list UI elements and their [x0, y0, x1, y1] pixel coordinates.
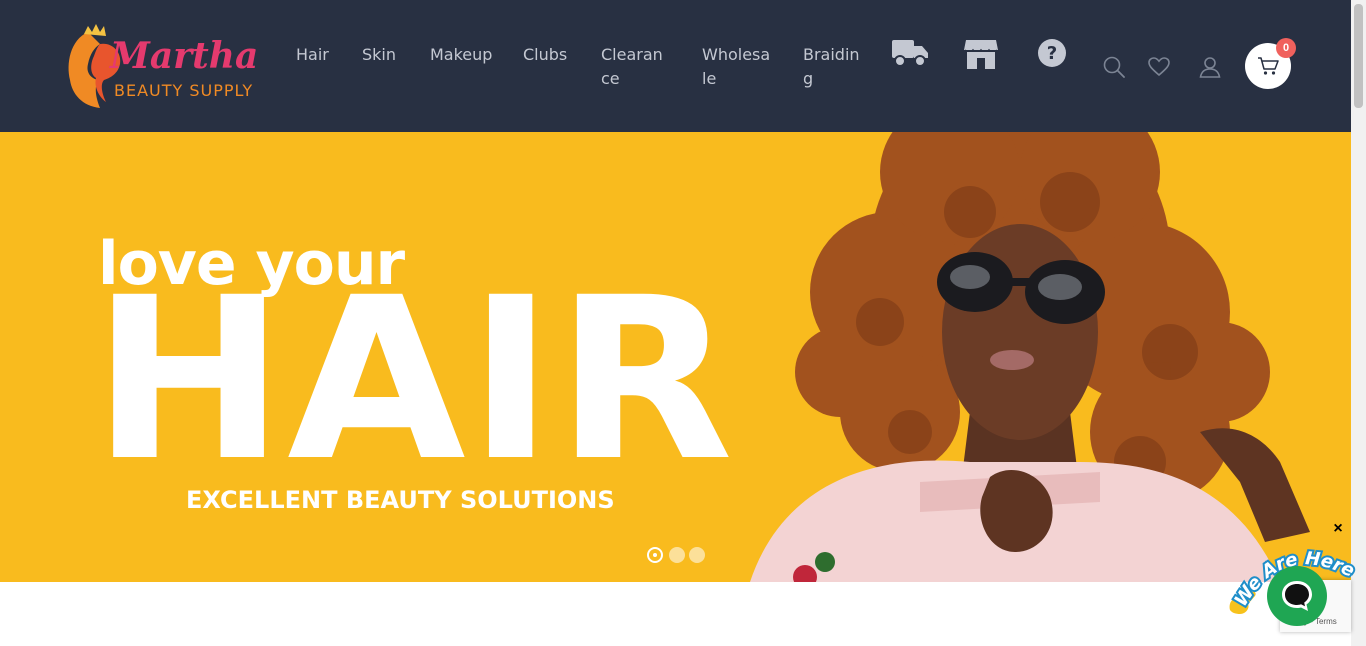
slider-dot-1[interactable] — [647, 547, 663, 563]
search-icon[interactable] — [1103, 56, 1125, 83]
hero-banner[interactable]: love your HAIR EXCELLENT BEAUTY SOLUTION… — [0, 132, 1351, 582]
nav-skin[interactable]: Skin — [362, 43, 396, 67]
nav-hair[interactable]: Hair — [296, 43, 329, 67]
slider-dot-3[interactable] — [689, 547, 705, 563]
nav-clearance-label-2: ce — [601, 69, 620, 88]
user-icon[interactable] — [1199, 56, 1221, 83]
chat-icon — [1282, 581, 1312, 611]
svg-text:BEAUTY SUPPLY: BEAUTY SUPPLY — [114, 81, 253, 100]
nav-braiding[interactable]: Braidin g — [803, 43, 860, 91]
nav-hair-label: Hair — [296, 45, 329, 64]
cart-count-badge: 0 — [1276, 38, 1296, 58]
nav-clubs-label: Clubs — [523, 45, 568, 64]
site-logo[interactable]: Martha's BEAUTY SUPPLY — [60, 24, 290, 112]
store-icon[interactable] — [964, 36, 998, 75]
slider-dots — [647, 545, 711, 565]
slider-dot-2[interactable] — [669, 547, 685, 563]
nav-wholesale[interactable]: Wholesa le — [702, 43, 770, 91]
scrollbar-thumb[interactable] — [1354, 4, 1363, 108]
chat-launcher-button[interactable] — [1267, 566, 1327, 626]
nav-clubs[interactable]: Clubs — [523, 43, 567, 67]
nav-clearance[interactable]: Clearan ce — [601, 43, 663, 91]
nav-makeup-label: Makeup — [430, 45, 493, 64]
page: Martha's BEAUTY SUPPLY Hair Skin Makeup … — [0, 0, 1366, 646]
chat-close-button[interactable]: × — [1330, 520, 1346, 538]
truck-icon[interactable] — [891, 36, 929, 73]
heart-icon[interactable] — [1148, 57, 1170, 82]
nav-makeup[interactable]: Makeup — [430, 43, 492, 67]
nav-clearance-label-1: Clearan — [601, 45, 663, 64]
svg-text:?: ? — [1047, 43, 1057, 64]
nav-braiding-label-1: Braidin — [803, 45, 860, 64]
svg-text:Martha's: Martha's — [108, 35, 256, 77]
hero-model-image — [750, 132, 1310, 582]
hero-title: HAIR — [92, 249, 736, 510]
question-icon[interactable]: ? — [1038, 39, 1066, 72]
nav-skin-label: Skin — [362, 45, 397, 64]
nav-wholesale-label-1: Wholesa — [702, 45, 771, 64]
hero-subtitle: EXCELLENT BEAUTY SOLUTIONS — [186, 486, 615, 514]
site-header: Martha's BEAUTY SUPPLY Hair Skin Makeup … — [0, 0, 1351, 132]
nav-wholesale-label-2: le — [702, 69, 717, 88]
cart-icon — [1258, 57, 1279, 75]
nav-braiding-label-2: g — [803, 69, 814, 88]
